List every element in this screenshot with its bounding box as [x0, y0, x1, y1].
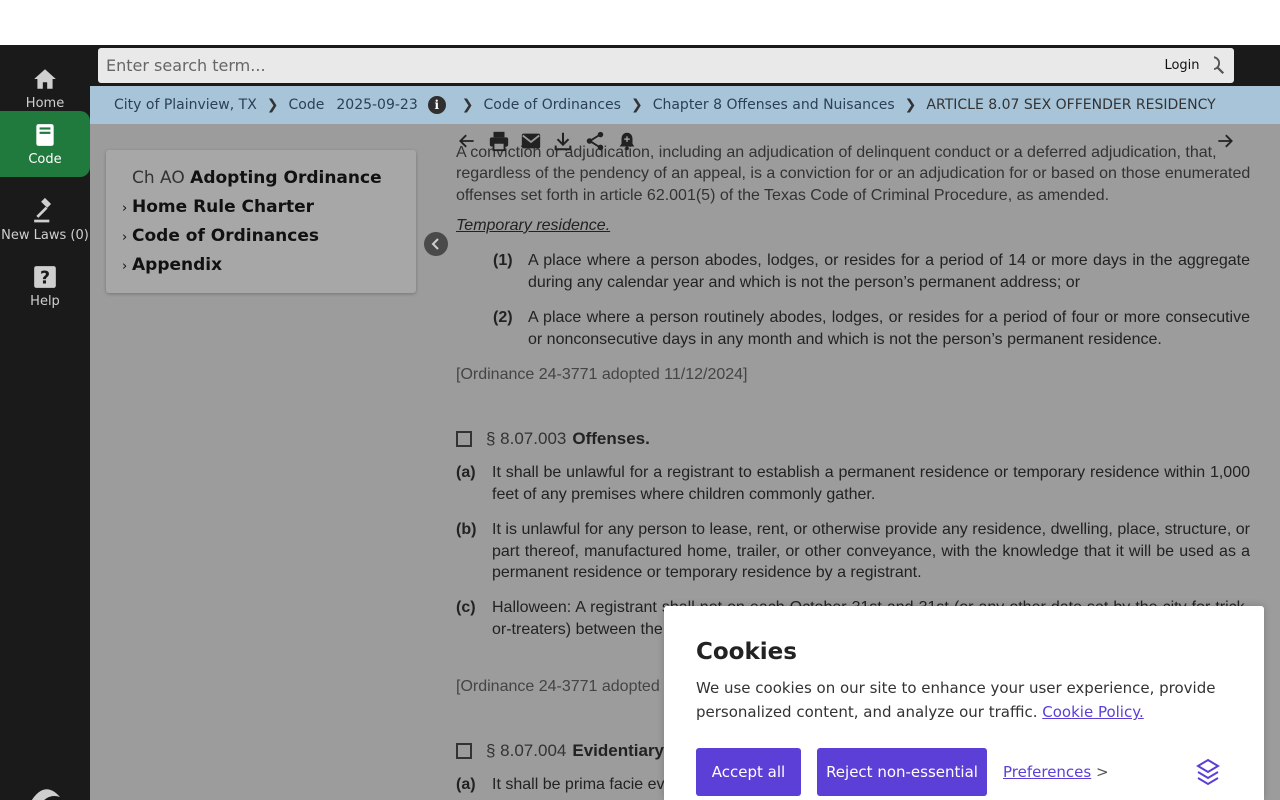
- search-input[interactable]: [98, 48, 1198, 83]
- section-checkbox[interactable]: [456, 430, 472, 447]
- book-icon: [31, 121, 59, 149]
- collapse-toc-button[interactable]: [424, 232, 448, 256]
- breadcrumb-chapter[interactable]: Chapter 8 Offenses and Nuisances: [653, 97, 895, 113]
- toc-item-code-of-ordinances[interactable]: › Code of Ordinances: [122, 222, 416, 251]
- list-item: It is unlawful for any person to lease, …: [492, 521, 1250, 581]
- section-number: § 8.07.003: [486, 429, 567, 448]
- search-bar: Login: [90, 45, 1280, 86]
- print-icon[interactable]: [488, 130, 510, 152]
- cookie-consent-logo-icon: [1194, 758, 1222, 786]
- nav-new-laws-label: New Laws (0): [1, 228, 89, 243]
- chevron-right-icon: ❯: [266, 97, 279, 113]
- document-toolbar: [456, 124, 1246, 158]
- svg-text:?: ?: [40, 269, 50, 289]
- chevron-right-icon: ›: [122, 230, 128, 245]
- chevron-right-icon: ›: [122, 259, 128, 274]
- list-label: (a): [456, 464, 476, 481]
- toc-title: Home Rule Charter: [132, 197, 315, 217]
- nav-code[interactable]: Code: [0, 111, 90, 177]
- share-icon[interactable]: [584, 130, 606, 152]
- breadcrumb: City of Plainview, TX ❯ Code 2025-09-23 …: [90, 86, 1280, 124]
- toc-title: Appendix: [132, 255, 223, 275]
- gavel-icon: [31, 197, 59, 225]
- forward-arrow-icon[interactable]: [1214, 130, 1236, 152]
- cookie-title: Cookies: [696, 639, 797, 665]
- toc-title: Adopting Ordinance: [190, 168, 382, 188]
- nav-home-label: Home: [25, 96, 65, 111]
- list-label: (a): [456, 776, 476, 793]
- toc-item-adopting-ordinance[interactable]: Ch AO Adopting Ordinance: [122, 164, 416, 193]
- breadcrumb-article: ARTICLE 8.07 SEX OFFENDER RESIDENCY: [926, 97, 1216, 113]
- nav-new-laws[interactable]: New Laws (0): [0, 187, 90, 253]
- reject-non-essential-button[interactable]: Reject non-essential: [817, 748, 987, 796]
- section-heading: § 8.07.003 Offenses.: [456, 428, 650, 450]
- brand-logo-icon: [26, 783, 62, 800]
- list-label: (b): [456, 521, 477, 538]
- preferences-label: Preferences: [1003, 763, 1092, 781]
- section-number: § 8.07.004: [486, 741, 567, 760]
- chevron-right-icon: ❯: [630, 97, 643, 113]
- search-field-wrap: [98, 48, 1234, 83]
- chevron-right-icon: >: [1096, 763, 1109, 781]
- section-title: Evidentiary: [572, 741, 665, 760]
- history-note: [Ordinance 24-3771 adopted: [456, 678, 660, 695]
- section-checkbox[interactable]: [456, 742, 472, 759]
- back-arrow-icon[interactable]: [456, 130, 478, 152]
- breadcrumb-ordinances[interactable]: Code of Ordinances: [483, 97, 620, 113]
- list-label: (c): [456, 599, 476, 616]
- list-item: A place where a person routinely abodes,…: [528, 309, 1250, 348]
- nav-help[interactable]: ? Help: [0, 253, 90, 319]
- chevron-left-icon: [431, 238, 439, 250]
- table-of-contents: Ch AO Adopting Ordinance › Home Rule Char…: [106, 150, 416, 293]
- chevron-right-icon: ❯: [461, 97, 474, 113]
- cookie-policy-link[interactable]: Cookie Policy.: [1042, 703, 1143, 721]
- breadcrumb-code[interactable]: Code: [289, 97, 325, 113]
- history-note: [Ordinance 24-3771 adopted 11/12/2024]: [456, 366, 748, 383]
- accept-all-button[interactable]: Accept all: [696, 748, 801, 796]
- preferences-link[interactable]: Preferences >: [1003, 763, 1109, 781]
- cookie-text: We use cookies on our site to enhance yo…: [696, 676, 1236, 724]
- toc-title: Code of Ordinances: [132, 226, 319, 246]
- breadcrumb-date[interactable]: 2025-09-23: [336, 97, 417, 113]
- cookie-dialog: Cookies We use cookies on our site to en…: [664, 606, 1264, 800]
- section-title: Offenses.: [572, 429, 650, 448]
- chevron-right-icon: ❯: [904, 97, 917, 113]
- toc-prefix: Ch AO: [132, 168, 185, 188]
- intro-line: regardless of the pendency of an appeal,…: [456, 165, 1251, 182]
- home-icon: [31, 65, 59, 93]
- left-nav: Home Code New Laws (0) ? Help: [0, 45, 90, 800]
- top-strip: [0, 0, 1280, 45]
- breadcrumb-city[interactable]: City of Plainview, TX: [114, 97, 257, 113]
- list-item: A place where a person abodes, lodges, o…: [528, 252, 1250, 291]
- email-icon[interactable]: [520, 130, 542, 152]
- section-heading: § 8.07.004 Evidentiary: [456, 740, 664, 762]
- nav-help-label: Help: [30, 294, 60, 309]
- intro-line: offenses set forth in article 62.001(5) …: [456, 186, 1110, 204]
- notification-bell-icon[interactable]: [616, 130, 638, 152]
- nav-code-label: Code: [28, 152, 62, 167]
- list-item: It shall be unlawful for a registrant to…: [492, 464, 1250, 503]
- chevron-right-icon: ›: [122, 201, 128, 216]
- download-icon[interactable]: [552, 130, 574, 152]
- help-icon: ?: [31, 263, 59, 291]
- list-label: (1): [493, 252, 513, 269]
- toc-item-home-rule-charter[interactable]: › Home Rule Charter: [122, 193, 416, 222]
- toc-item-appendix[interactable]: › Appendix: [122, 251, 416, 280]
- term-temporary-residence: Temporary residence.: [456, 217, 611, 234]
- info-icon[interactable]: i: [427, 96, 446, 114]
- login-button[interactable]: Login: [1150, 49, 1214, 82]
- list-label: (2): [493, 309, 513, 326]
